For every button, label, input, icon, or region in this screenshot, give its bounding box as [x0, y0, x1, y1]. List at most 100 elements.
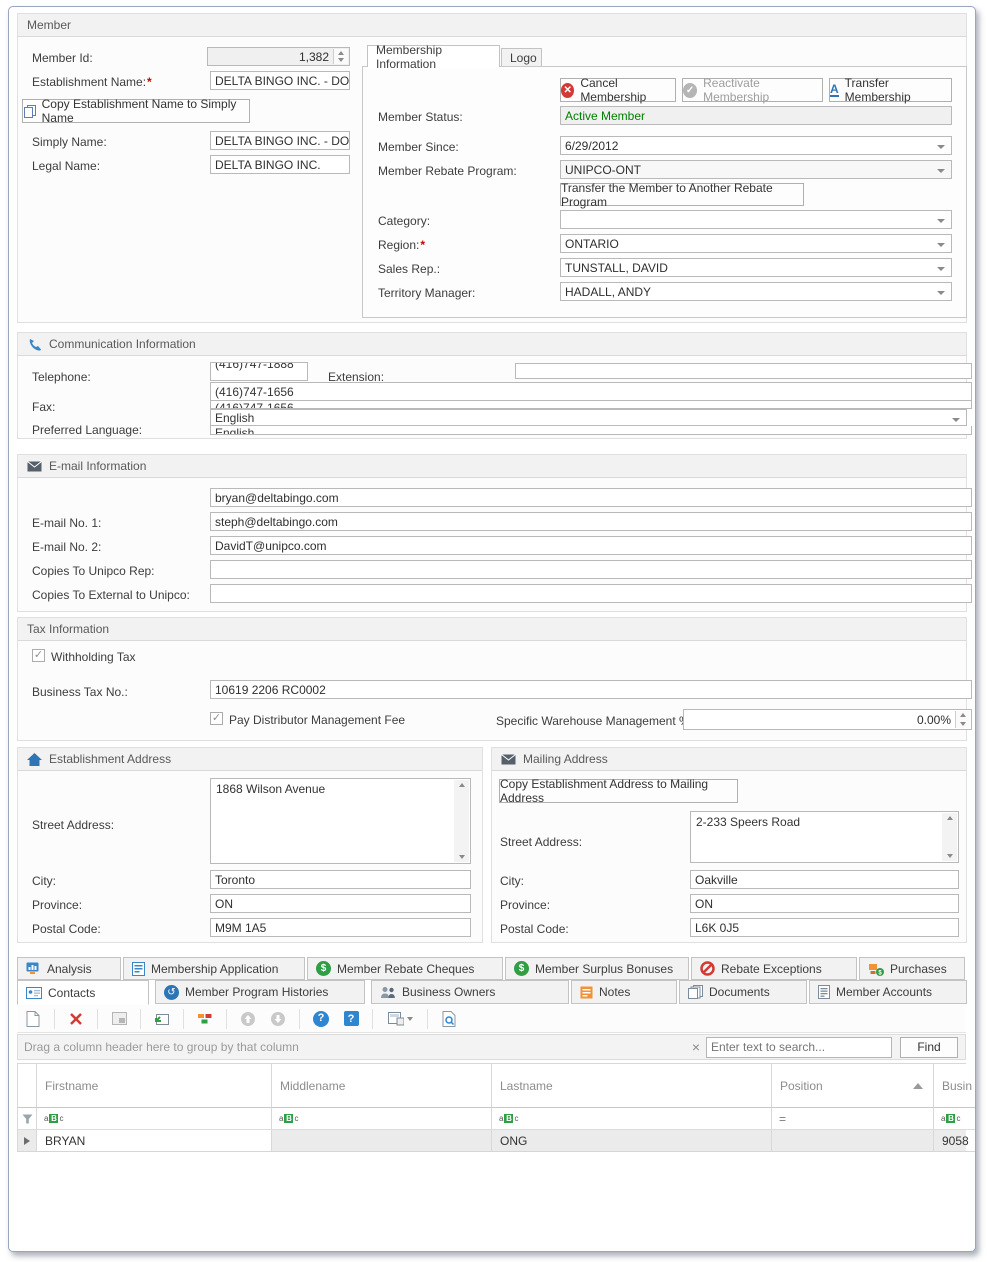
cell-firstname[interactable]: BRYAN: [37, 1130, 272, 1152]
dollar-icon: $: [316, 961, 331, 976]
mail-street-scrollbar[interactable]: [942, 813, 957, 861]
clear-search-icon[interactable]: ×: [686, 1039, 706, 1055]
open-detached-button[interactable]: [150, 1008, 174, 1030]
delete-record-button[interactable]: [64, 1008, 88, 1030]
establishment-name-field[interactable]: DELTA BINGO INC. - DOWNS: [210, 71, 350, 90]
abc-filter-icon[interactable]: aBc: [44, 1114, 63, 1123]
telephone-field[interactable]: (416)747-1888: [210, 362, 308, 381]
sales-rep-dropdown[interactable]: TUNSTALL, DAVID: [560, 258, 952, 277]
email-0-field[interactable]: bryan@deltabingo.com: [210, 488, 972, 507]
column-header-position[interactable]: Position: [772, 1064, 934, 1108]
move-up-button[interactable]: [236, 1008, 260, 1030]
simply-name-field[interactable]: DELTA BINGO INC. - DOWNS: [210, 131, 350, 150]
mail-street-textarea[interactable]: 2-233 Speers Road: [690, 811, 959, 863]
tab-member-program-histories[interactable]: ↺ Member Program Histories: [155, 980, 365, 1004]
tab-business-owners[interactable]: Business Owners: [371, 980, 569, 1004]
grid-data-row[interactable]: BRYAN ONG 9058: [17, 1130, 966, 1152]
preferred-language-field[interactable]: English: [210, 426, 972, 435]
tab-logo[interactable]: Logo: [501, 48, 542, 67]
mail-city-field[interactable]: Oakville: [690, 870, 959, 889]
business-tax-field[interactable]: 10619 2206 RC0002: [210, 680, 972, 699]
tab-analysis[interactable]: Analysis: [17, 957, 121, 980]
legal-name-label: Legal Name:: [32, 159, 100, 173]
member-id-field[interactable]: 1,382: [207, 47, 350, 66]
copies-unipco-rep-field[interactable]: [210, 560, 972, 579]
email-2-field[interactable]: DavidT@unipco.com: [210, 536, 972, 555]
fax-field[interactable]: (416)747-1656: [210, 401, 972, 409]
tab-contacts[interactable]: Contacts: [17, 980, 149, 1005]
tab-notes[interactable]: Notes: [571, 980, 677, 1004]
withholding-tax-checkbox[interactable]: ✓: [32, 649, 45, 662]
tab-member-rebate-cheques[interactable]: $ Member Rebate Cheques: [307, 957, 503, 980]
new-record-button[interactable]: [21, 1008, 45, 1030]
filter-cell-firstname[interactable]: aBc: [37, 1108, 272, 1130]
find-button[interactable]: Find: [900, 1037, 958, 1058]
tab-membership-application[interactable]: Membership Application: [123, 957, 305, 980]
cell-position[interactable]: [772, 1130, 934, 1152]
equals-filter-icon[interactable]: =: [779, 1112, 786, 1126]
tab-rebate-exceptions[interactable]: Rebate Exceptions: [691, 957, 857, 980]
transfer-rebate-program-button[interactable]: Transfer the Member to Another Rebate Pr…: [560, 183, 804, 206]
preview-button[interactable]: [437, 1008, 461, 1030]
help-context-button[interactable]: ?: [339, 1008, 363, 1030]
est-street-scrollbar[interactable]: [454, 780, 469, 862]
extension-field[interactable]: [515, 363, 972, 379]
move-down-button[interactable]: [266, 1008, 290, 1030]
toolbar-separator: [299, 1009, 300, 1029]
filter-cell-lastname[interactable]: aBc: [492, 1108, 772, 1130]
preferred-language-editor-overlay[interactable]: English: [210, 409, 967, 426]
abc-filter-icon[interactable]: aBc: [941, 1114, 960, 1123]
cancel-membership-button[interactable]: ✕ Cancel Membership: [560, 78, 676, 102]
est-postal-field[interactable]: M9M 1A5: [210, 918, 471, 937]
reactivate-membership-button[interactable]: ✓ Reactivate Membership: [682, 78, 823, 102]
save-layout-dropdown-arrow[interactable]: [407, 1017, 413, 1021]
tab-membership-information[interactable]: Membership Information: [367, 45, 500, 67]
filter-cell-business[interactable]: aBc: [934, 1108, 976, 1130]
copies-unipco-rep-label: Copies To Unipco Rep:: [32, 564, 155, 578]
tab-purchases[interactable]: $ Purchases: [859, 957, 965, 980]
transfer-membership-button[interactable]: A Transfer Membership: [829, 78, 952, 102]
region-dropdown[interactable]: ONTARIO: [560, 234, 952, 253]
tab-member-accounts[interactable]: Member Accounts: [809, 980, 967, 1004]
category-dropdown[interactable]: [560, 210, 952, 229]
warehouse-pct-spinner[interactable]: [955, 711, 970, 728]
cell-middlename[interactable]: [272, 1130, 492, 1152]
edit-window-button[interactable]: [107, 1008, 131, 1030]
abc-filter-icon[interactable]: aBc: [279, 1114, 298, 1123]
column-header-middlename[interactable]: Middlename: [272, 1064, 492, 1108]
warehouse-pct-field[interactable]: 0.00%: [683, 709, 972, 730]
est-province-field[interactable]: ON: [210, 894, 471, 913]
layout-tiles-button[interactable]: [193, 1008, 217, 1030]
copy-address-button[interactable]: Copy Establishment Address to Mailing Ad…: [499, 779, 738, 803]
territory-manager-dropdown[interactable]: HADALL, ANDY: [560, 282, 952, 301]
est-street-textarea[interactable]: 1868 Wilson Avenue: [210, 778, 471, 864]
pay-distributor-checkbox[interactable]: ✓: [210, 712, 223, 725]
help-button[interactable]: ?: [309, 1008, 333, 1030]
fax-editor-overlay[interactable]: (416)747-1656: [210, 382, 972, 401]
filter-cell-position[interactable]: =: [772, 1108, 934, 1130]
member-rebate-program-dropdown[interactable]: UNIPCO-ONT: [560, 160, 952, 179]
tab-documents[interactable]: Documents: [679, 980, 807, 1004]
search-input[interactable]: [706, 1037, 892, 1058]
copies-external-field[interactable]: [210, 584, 972, 603]
mail-postal-field[interactable]: L6K 0J5: [690, 918, 959, 937]
est-city-field[interactable]: Toronto: [210, 870, 471, 889]
column-header-firstname[interactable]: Firstname: [37, 1064, 272, 1108]
grid-filter-row[interactable]: aBc aBc aBc = aBc: [17, 1108, 966, 1130]
column-header-business[interactable]: Busin: [934, 1064, 976, 1108]
column-header-lastname[interactable]: Lastname: [492, 1064, 772, 1108]
tab-member-surplus-bonuses[interactable]: $ Member Surplus Bonuses: [505, 957, 689, 980]
copy-establishment-name-button[interactable]: Copy Establishment Name to Simply Name: [22, 99, 250, 123]
save-layout-button[interactable]: [382, 1008, 418, 1030]
cell-business[interactable]: 9058: [934, 1130, 976, 1152]
abc-filter-icon[interactable]: aBc: [499, 1114, 518, 1123]
email-1-field[interactable]: steph@deltabingo.com: [210, 512, 972, 531]
mail-province-field[interactable]: ON: [690, 894, 959, 913]
cell-lastname[interactable]: ONG: [492, 1130, 772, 1152]
filter-cell-middlename[interactable]: aBc: [272, 1108, 492, 1130]
member-id-spinner[interactable]: [333, 49, 348, 64]
group-by-panel[interactable]: Drag a column header here to group by th…: [17, 1034, 966, 1060]
legal-name-field[interactable]: DELTA BINGO INC.: [210, 155, 350, 174]
member-since-dropdown[interactable]: 6/29/2012: [560, 136, 952, 155]
funnel-icon: [22, 1114, 33, 1124]
